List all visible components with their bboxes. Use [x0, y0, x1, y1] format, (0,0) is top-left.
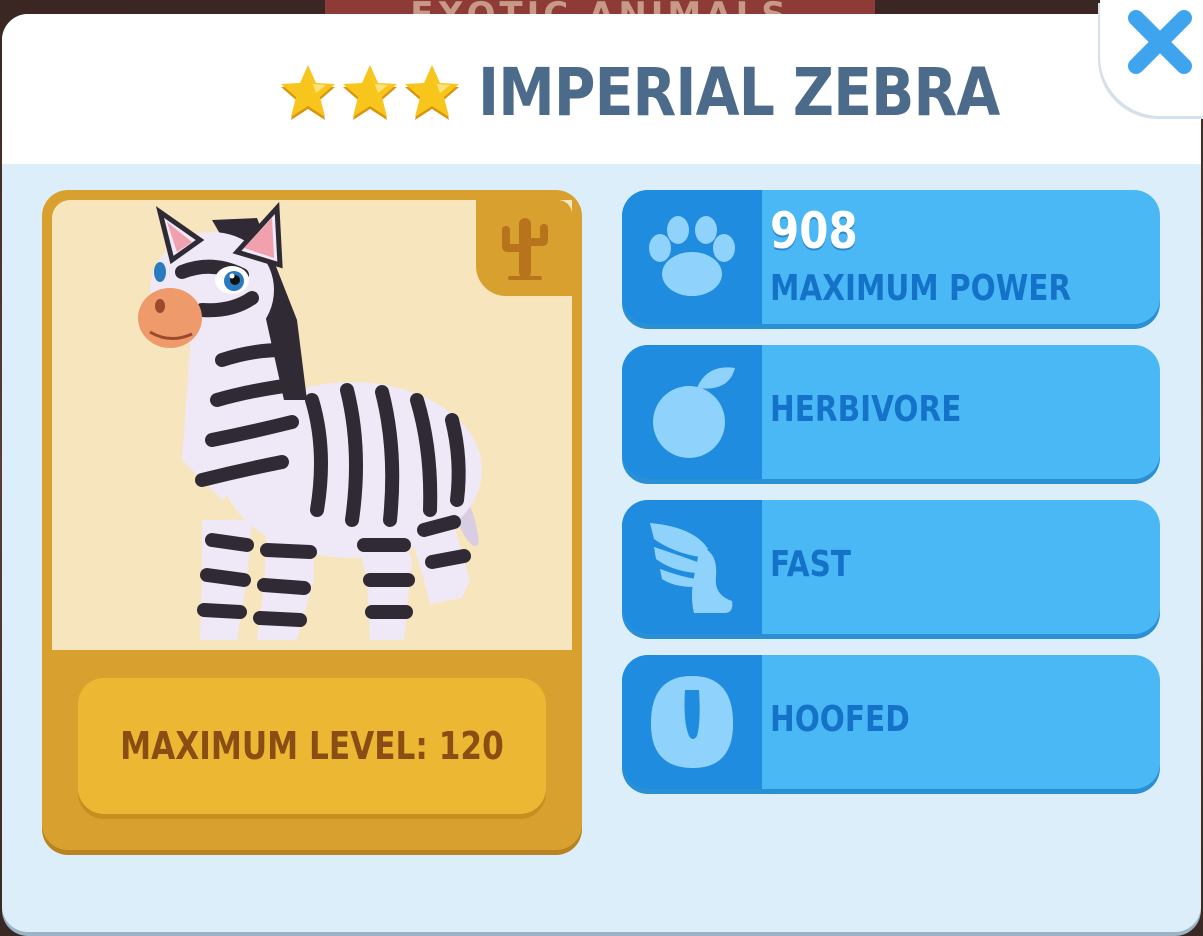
- power-value: 908: [770, 202, 858, 260]
- stat-row-speed: FAST: [622, 500, 1160, 634]
- habitat-badge: [476, 200, 572, 296]
- star-icon: [281, 65, 335, 120]
- star-icon: [343, 65, 397, 120]
- max-level-label: MAXIMUM LEVEL: 120: [120, 724, 504, 768]
- stat-icon-box: [622, 190, 762, 324]
- diet-label: HERBIVORE: [770, 389, 962, 430]
- stat-row-feet: HOOFED: [622, 655, 1160, 789]
- animal-info-dialog: IMPERIAL ZEBRA MAXIMUM LEVEL: 120 908 MA…: [2, 14, 1201, 932]
- paw-icon: [649, 216, 735, 296]
- stat-row-diet: HERBIVORE: [622, 345, 1160, 479]
- speed-label: FAST: [770, 544, 852, 585]
- cactus-icon: [502, 218, 548, 280]
- stat-icon-box: [622, 655, 762, 789]
- animal-name-title: IMPERIAL ZEBRA: [478, 53, 1000, 131]
- max-level-box: MAXIMUM LEVEL: 120: [78, 678, 546, 814]
- stat-icon-box: [622, 345, 762, 479]
- dialog-header: IMPERIAL ZEBRA: [2, 14, 1201, 164]
- title-row: IMPERIAL ZEBRA: [278, 52, 1084, 132]
- power-label: MAXIMUM POWER: [770, 268, 1072, 309]
- hoof-icon: [650, 676, 734, 768]
- stat-icon-box: [622, 500, 762, 634]
- feet-label: HOOFED: [770, 699, 910, 740]
- wing-icon: [650, 523, 733, 613]
- stat-row-power: 908 MAXIMUM POWER: [622, 190, 1160, 324]
- star-rating: [278, 62, 464, 122]
- fruit-icon: [653, 367, 735, 458]
- star-icon: [405, 65, 459, 120]
- animal-card: MAXIMUM LEVEL: 120: [42, 190, 582, 850]
- close-icon: [1128, 10, 1192, 74]
